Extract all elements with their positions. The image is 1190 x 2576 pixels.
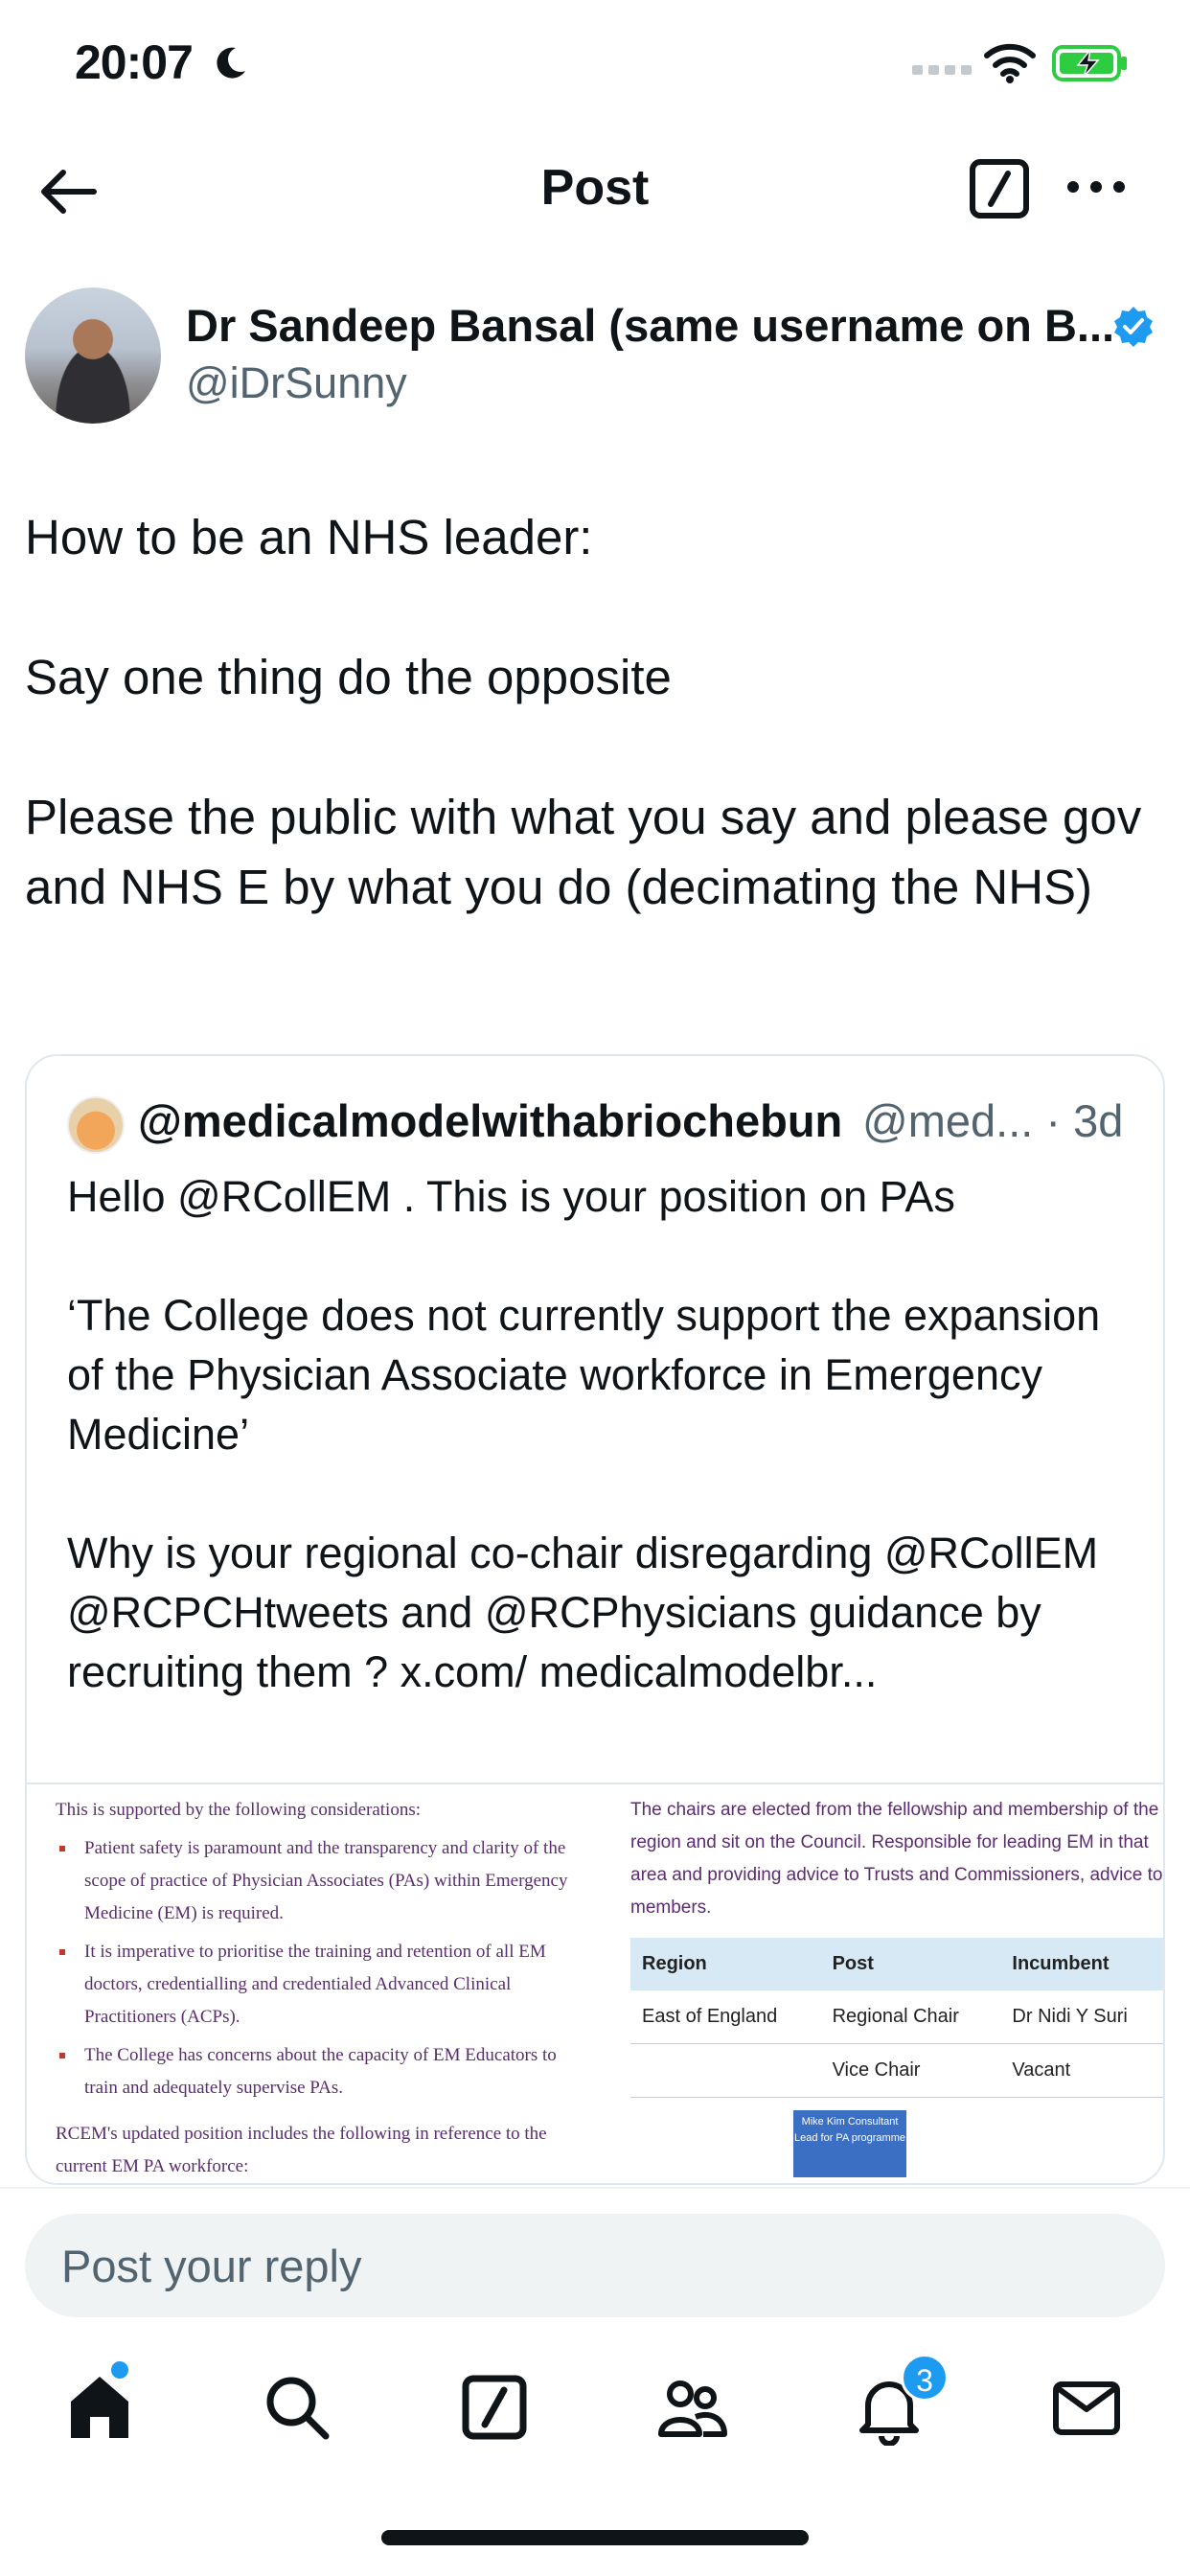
moon-icon bbox=[217, 47, 245, 79]
verified-badge-icon bbox=[1114, 307, 1153, 347]
doc-intro: The chairs are elected from the fellowsh… bbox=[630, 1800, 1163, 1918]
battery-charging-icon bbox=[1052, 45, 1127, 81]
table-header: Incumbent bbox=[1000, 1938, 1163, 1990]
author-avatar[interactable] bbox=[25, 288, 161, 424]
table-row: Vice Chair Vacant bbox=[630, 2043, 1163, 2098]
notifications-count-badge: 3 bbox=[901, 2354, 949, 2402]
quoted-post-card[interactable]: @medicalmodelwithabriochebun @med... · 3… bbox=[25, 1054, 1165, 2185]
quoted-text-line: Hello @RCollEM . This is your position o… bbox=[67, 1172, 955, 1221]
bottom-tab-bar bbox=[0, 2350, 1190, 2474]
messages-envelope-icon[interactable] bbox=[1048, 2369, 1125, 2446]
region-table: Region Post Incumbent East of England Re… bbox=[630, 1938, 1163, 2098]
doc-bullet: It is imperative to prioritise the train… bbox=[56, 1936, 592, 2034]
document-excerpt-right: The chairs are elected from the fellowsh… bbox=[630, 1794, 1163, 2098]
post-text-line bbox=[25, 712, 1165, 782]
quoted-text-line bbox=[67, 1227, 1131, 1286]
doc-bullet: The College has concerns about the capac… bbox=[56, 2039, 592, 2104]
reply-bar bbox=[0, 2187, 1190, 2350]
home-unread-dot bbox=[111, 2361, 128, 2379]
quoted-post-image[interactable]: This is supported by the following consi… bbox=[27, 1782, 1163, 2183]
quoted-text-line bbox=[67, 1464, 1131, 1524]
cellular-signal-icon bbox=[912, 65, 972, 75]
doc-bullet: Patient safety is paramount and the tran… bbox=[56, 1832, 592, 1930]
communities-icon[interactable] bbox=[653, 2369, 730, 2446]
author-handle[interactable]: @iDrSunny bbox=[186, 358, 407, 408]
table-cell: Vacant bbox=[1000, 2043, 1163, 2098]
author-name[interactable]: Dr Sandeep Bansal (same username on B... bbox=[186, 299, 1114, 352]
quoted-text-line: Why is your regional co-chair disregardi… bbox=[67, 1529, 1099, 1696]
doc-heading: This is supported by the following consi… bbox=[56, 1800, 422, 1820]
quoted-author-name: @medicalmodelwithabriochebun bbox=[138, 1095, 843, 1146]
table-row: East of England Regional Chair Dr Nidi Y… bbox=[630, 1990, 1163, 2044]
table-header: Post bbox=[820, 1938, 1001, 1990]
org-chart-box: Mike Kim Consultant Lead for PA programm… bbox=[793, 2110, 906, 2177]
table-cell: Dr Nidi Y Suri bbox=[1000, 1990, 1163, 2044]
post-text-line: Please the public with what you say and … bbox=[25, 790, 1142, 914]
status-time: 20:07 bbox=[75, 35, 194, 89]
home-indicator[interactable] bbox=[381, 2530, 809, 2545]
post-text-line: How to be an NHS leader: bbox=[25, 510, 593, 564]
wifi-icon bbox=[984, 43, 1036, 83]
quoted-author-meta: @med... · 3d bbox=[862, 1095, 1124, 1146]
doc-tail-note: RCEM's updated position includes the fol… bbox=[56, 2124, 547, 2176]
quoted-post-body: Hello @RCollEM . This is your position o… bbox=[67, 1167, 1131, 1702]
grok-icon[interactable] bbox=[456, 2369, 533, 2446]
search-icon[interactable] bbox=[259, 2369, 335, 2446]
table-cell: Regional Chair bbox=[820, 1990, 1001, 2044]
compose-icon[interactable] bbox=[968, 157, 1031, 220]
post-text-line bbox=[25, 572, 1165, 642]
top-navigation-bar: Post bbox=[0, 134, 1190, 249]
table-header: Region bbox=[630, 1938, 821, 1990]
post-body: How to be an NHS leader: Say one thing d… bbox=[25, 502, 1165, 922]
table-header-row: Region Post Incumbent bbox=[630, 1938, 1163, 1990]
table-cell: Vice Chair bbox=[820, 2043, 1001, 2098]
more-options-icon[interactable] bbox=[1065, 172, 1127, 201]
home-icon[interactable] bbox=[61, 2369, 138, 2446]
status-bar: 20:07 bbox=[0, 0, 1190, 134]
table-cell: East of England bbox=[630, 1990, 821, 2044]
document-excerpt-left: This is supported by the following consi… bbox=[56, 1794, 592, 2183]
post-text-line: Say one thing do the opposite bbox=[25, 650, 672, 704]
table-cell bbox=[630, 2043, 821, 2098]
quoted-author-avatar bbox=[67, 1096, 125, 1154]
quoted-text-line: ‘The College does not currently support … bbox=[67, 1291, 1101, 1459]
reply-input[interactable] bbox=[25, 2214, 1165, 2317]
